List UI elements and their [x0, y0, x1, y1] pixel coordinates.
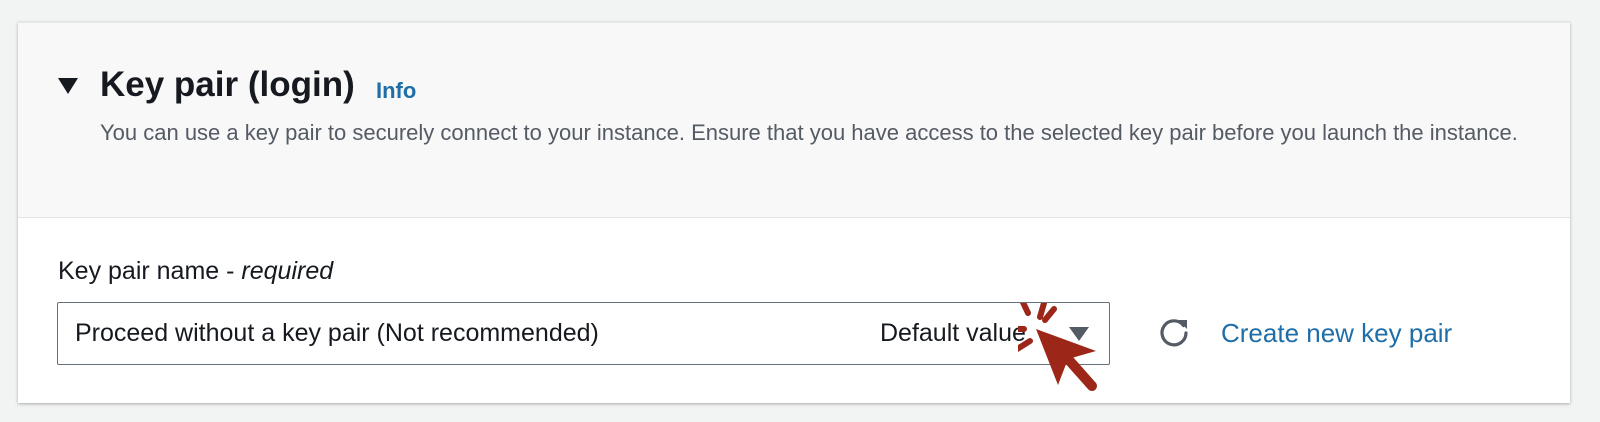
- collapse-caret-icon[interactable]: [58, 78, 78, 94]
- refresh-icon[interactable]: [1156, 315, 1192, 351]
- key-pair-name-label: Key pair name - required: [58, 255, 333, 287]
- dropdown-arrow-icon: [1069, 327, 1089, 341]
- key-pair-name-label-text: Key pair name -: [58, 257, 242, 285]
- key-pair-panel: Key pair (login) Info You can use a key …: [18, 22, 1570, 403]
- key-pair-select[interactable]: Proceed without a key pair (Not recommen…: [57, 302, 1110, 365]
- selected-key-pair-value: Proceed without a key pair (Not recommen…: [75, 319, 599, 347]
- default-value-tag: Default value: [880, 319, 1026, 347]
- required-label: required: [241, 257, 334, 285]
- section-title: Key pair (login): [100, 65, 355, 104]
- create-new-key-pair-link[interactable]: Create new key pair: [1221, 317, 1452, 349]
- panel-header: Key pair (login) Info You can use a key …: [18, 23, 1570, 218]
- info-link[interactable]: Info: [376, 77, 416, 105]
- section-description: You can use a key pair to securely conne…: [100, 120, 1518, 145]
